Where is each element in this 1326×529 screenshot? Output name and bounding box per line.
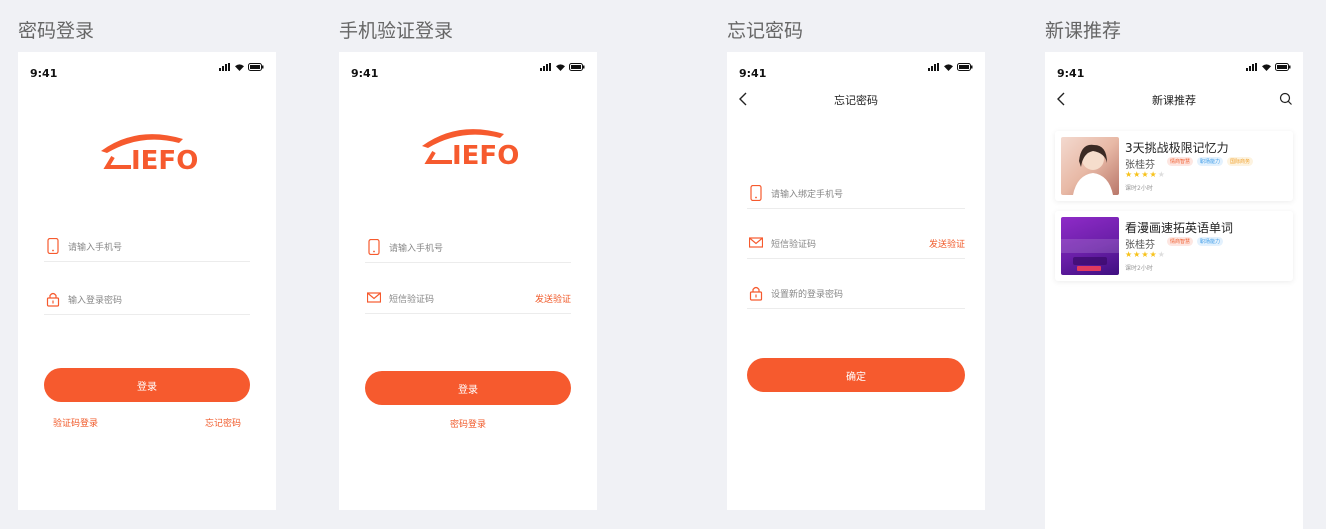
phone-sms-login: 9:41 IEFO 请输入手机号 短信验证码 发送验证 登录 密码登录: [339, 52, 597, 510]
lock-icon: [749, 286, 763, 301]
sms-code-input[interactable]: 短信验证码 发送验证: [747, 229, 965, 259]
battery-icon: [248, 63, 264, 71]
star-icon: ★: [1141, 250, 1150, 259]
rating-stars: ★★★★★: [1125, 250, 1166, 259]
star-icon: ★: [1149, 250, 1158, 259]
battery-icon: [569, 63, 585, 71]
course-card[interactable]: 看漫画速拓英语单词 张桂芬 情商智慧 职场能力 ★★★★★ 课时2小时: [1055, 211, 1293, 281]
status-time: 9:41: [1057, 67, 1085, 80]
phone-icon: [368, 239, 380, 255]
login-button[interactable]: 登录: [44, 368, 250, 402]
send-code-button[interactable]: 发送验证: [535, 292, 571, 305]
phone-placeholder: 请输入手机号: [68, 243, 123, 253]
sms-login-link[interactable]: 验证码登录: [53, 416, 98, 429]
phone-course-recommend: 9:41 新课推荐 3天挑战极限记忆力 张桂芬 情商智慧 职场能力 国际商务 ★…: [1045, 52, 1303, 529]
new-password-placeholder: 设置新的登录密码: [771, 290, 844, 300]
star-icon: ★: [1157, 170, 1166, 179]
sms-code-placeholder: 短信验证码: [389, 295, 435, 305]
teacher-portrait-icon: [1073, 144, 1113, 195]
phone-icon: [47, 238, 59, 254]
status-bar: 9:41: [30, 62, 264, 80]
star-icon: ★: [1141, 170, 1150, 179]
course-hours: 课时2小时: [1125, 185, 1153, 192]
signal-icon: [928, 63, 939, 71]
signal-icon: [540, 63, 551, 71]
course-title: 3天挑战极限记忆力: [1125, 141, 1229, 155]
nav-bar: 忘记密码: [727, 90, 985, 110]
board-title-forgot-password: 忘记密码: [727, 20, 804, 42]
battery-icon: [957, 63, 973, 71]
password-login-link[interactable]: 密码登录: [339, 417, 597, 430]
login-button[interactable]: 登录: [365, 371, 571, 405]
status-bar: 9:41: [1057, 62, 1291, 80]
wifi-icon: [235, 64, 244, 71]
status-bar: 9:41: [739, 62, 973, 80]
board-title-course-recommend: 新课推荐: [1045, 20, 1122, 42]
forgot-password-link[interactable]: 忘记密码: [205, 416, 241, 429]
course-title: 看漫画速拓英语单词: [1125, 221, 1234, 235]
course-tag: 情商智慧: [1167, 157, 1194, 166]
course-tags: 情商智慧 职场能力 国际商务: [1167, 157, 1254, 166]
course-tag: 职场能力: [1197, 157, 1224, 166]
jiefo-logo-icon: IEFO: [101, 134, 198, 176]
confirm-button[interactable]: 确定: [747, 358, 965, 392]
phone-input[interactable]: 请输入手机号: [365, 233, 571, 263]
course-cover-icon: [1061, 239, 1119, 271]
phone-input[interactable]: 请输入手机号: [44, 232, 250, 262]
battery-icon: [1275, 63, 1291, 71]
mail-icon: [749, 237, 763, 248]
star-icon: ★: [1125, 170, 1134, 179]
phone-forgot-password: 9:41 忘记密码 请输入绑定手机号 短信验证码 发送验证 设置新的登录密码 确…: [727, 52, 985, 510]
board-title-password-login: 密码登录: [18, 20, 95, 42]
svg-text:IEFO: IEFO: [131, 146, 198, 176]
course-tag: 国际商务: [1227, 157, 1254, 166]
send-code-button[interactable]: 发送验证: [929, 237, 965, 250]
signal-icon: [219, 63, 230, 71]
course-teacher: 张桂芬: [1125, 240, 1155, 251]
wifi-icon: [1262, 64, 1271, 71]
phone-password-login: 9:41 IEFO 请输入手机号 输入登录密码 登录 验证码登录 忘记密码: [18, 52, 276, 510]
signal-icon: [1246, 63, 1257, 71]
course-thumbnail: [1061, 217, 1119, 275]
star-icon: ★: [1157, 250, 1166, 259]
nav-bar: 新课推荐: [1045, 90, 1303, 110]
status-bar: 9:41: [351, 62, 585, 80]
new-password-input[interactable]: 设置新的登录密码: [747, 279, 965, 309]
nav-title: 忘记密码: [834, 94, 878, 107]
phone-placeholder: 请输入手机号: [389, 244, 444, 254]
bound-phone-input[interactable]: 请输入绑定手机号: [747, 179, 965, 209]
lock-icon: [46, 292, 60, 307]
nav-title: 新课推荐: [1152, 94, 1196, 107]
password-input[interactable]: 输入登录密码: [44, 285, 250, 315]
mail-icon: [367, 292, 381, 303]
status-time: 9:41: [739, 67, 767, 80]
course-hours: 课时2小时: [1125, 265, 1153, 272]
course-teacher: 张桂芬: [1125, 160, 1155, 171]
course-tag: 情商智慧: [1167, 237, 1194, 246]
sms-code-placeholder: 短信验证码: [771, 240, 817, 250]
wifi-icon: [944, 64, 953, 71]
bound-phone-placeholder: 请输入绑定手机号: [771, 190, 844, 200]
phone-icon: [750, 185, 762, 201]
password-placeholder: 输入登录密码: [68, 296, 123, 306]
course-tag: 职场能力: [1197, 237, 1224, 246]
course-thumbnail: [1061, 137, 1119, 195]
star-icon: ★: [1149, 170, 1158, 179]
rating-stars: ★★★★★: [1125, 170, 1166, 179]
star-icon: ★: [1125, 250, 1134, 259]
status-time: 9:41: [351, 67, 379, 80]
course-card[interactable]: 3天挑战极限记忆力 张桂芬 情商智慧 职场能力 国际商务 ★★★★★ 课时2小时: [1055, 131, 1293, 201]
svg-text:IEFO: IEFO: [452, 141, 519, 171]
search-icon[interactable]: [1279, 92, 1293, 106]
status-time: 9:41: [30, 67, 58, 80]
jiefo-logo-icon: IEFO: [422, 129, 519, 171]
course-tags: 情商智慧 职场能力: [1167, 237, 1224, 246]
sms-code-input[interactable]: 短信验证码 发送验证: [365, 284, 571, 314]
wifi-icon: [556, 64, 565, 71]
board-title-sms-login: 手机验证登录: [339, 20, 454, 42]
